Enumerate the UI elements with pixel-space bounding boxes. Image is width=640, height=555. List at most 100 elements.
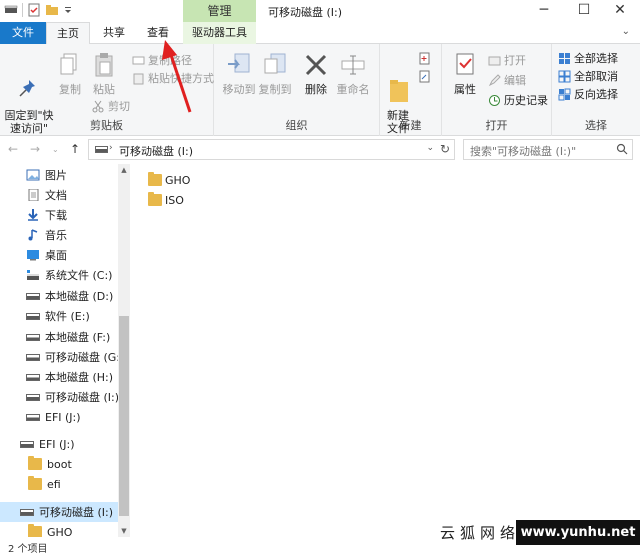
tab-view[interactable]: 查看 — [136, 22, 180, 44]
nav-item-music[interactable]: 音乐 — [0, 225, 118, 245]
file-name: ISO — [165, 193, 184, 207]
select-group-label: 选择 — [585, 119, 607, 132]
ribbon-expand-icon[interactable]: ⌄ — [622, 26, 630, 37]
paste-shortcut-label: 粘贴快捷方式 — [148, 72, 214, 85]
invert-selection-label: 反向选择 — [574, 88, 618, 101]
nav-label: 本地磁盘 (F:) — [45, 331, 111, 344]
customize-qat-icon[interactable] — [63, 3, 77, 17]
paste-shortcut-button[interactable]: 粘贴快捷方式 — [132, 70, 214, 86]
nav-item-drive-i-root[interactable]: 可移动磁盘 (I:) — [0, 502, 118, 522]
address-chevron-icon[interactable]: › — [109, 143, 113, 153]
copy-to-button[interactable]: 复制到 — [258, 50, 292, 96]
ribbon-tabs: 文件 主页 共享 查看 驱动器工具 ⌄ — [0, 22, 640, 45]
select-all-label: 全部选择 — [574, 52, 618, 65]
new-folder-qat-icon[interactable] — [45, 3, 59, 17]
search-placeholder: 搜索"可移动磁盘 (I:)" — [470, 145, 577, 158]
nav-item-downloads[interactable]: 下载 — [0, 205, 118, 225]
new-folder-icon — [384, 63, 412, 102]
nav-label: 系统文件 (C:) — [45, 269, 113, 282]
delete-x-icon — [302, 50, 330, 80]
nav-item-drive-i[interactable]: 可移动磁盘 (I:) — [0, 387, 119, 407]
nav-label: 下载 — [45, 209, 67, 222]
rename-label: 重命名 — [336, 83, 370, 96]
open-group-label: 打开 — [485, 119, 508, 132]
nav-item-boot[interactable]: boot — [0, 454, 118, 474]
drive-small-icon[interactable] — [4, 3, 18, 17]
minimize-button[interactable]: ─ — [522, 0, 566, 22]
nav-item-drive-j[interactable]: EFI (J:) — [0, 407, 118, 427]
nav-item-drive-g[interactable]: 可移动磁盘 (G:) — [0, 347, 124, 367]
nav-item-pictures[interactable]: 图片 — [0, 165, 118, 185]
copy-button[interactable]: 复制 — [56, 50, 84, 96]
nav-item-drive-c[interactable]: 系统文件 (C:) — [0, 265, 118, 285]
file-name: GHO — [165, 173, 191, 187]
nav-label: efi — [47, 477, 61, 491]
list-item[interactable]: ISO — [148, 190, 184, 210]
recent-dropdown-icon[interactable]: ⌄ — [52, 145, 59, 154]
tab-home[interactable]: 主页 — [46, 22, 90, 45]
forward-arrow-icon[interactable]: → — [30, 142, 40, 156]
rename-button[interactable]: 重命名 — [334, 50, 372, 96]
scroll-thumb[interactable] — [119, 316, 129, 516]
download-icon — [26, 209, 40, 221]
properties-button[interactable]: 属性 — [450, 50, 480, 96]
move-to-button[interactable]: 移动到 — [222, 50, 256, 96]
list-item[interactable]: GHO — [148, 170, 190, 190]
drive-icon — [26, 353, 40, 361]
history-button[interactable]: 历史记录 — [488, 92, 548, 108]
paste-button[interactable]: 粘贴 — [90, 50, 118, 96]
back-arrow-icon[interactable]: ← — [8, 142, 18, 156]
search-box[interactable]: 搜索"可移动磁盘 (I:)" — [463, 139, 633, 160]
search-icon[interactable] — [616, 143, 628, 155]
cut-label: 剪切 — [108, 100, 130, 113]
address-drive-icon — [95, 146, 108, 153]
nav-item-drive-d[interactable]: 本地磁盘 (D:) — [0, 286, 118, 306]
tab-share[interactable]: 共享 — [92, 22, 136, 44]
system-drive-icon — [26, 269, 40, 281]
properties-qat-icon[interactable] — [27, 3, 41, 17]
up-arrow-icon[interactable]: ↑ — [70, 142, 80, 156]
tab-drive-tools[interactable]: 驱动器工具 — [183, 22, 256, 44]
edit-button[interactable]: 编辑 — [488, 72, 526, 88]
delete-button[interactable]: 删除 — [302, 50, 330, 96]
select-none-button[interactable]: 全部取消 — [558, 68, 618, 84]
new-group-label: 新建 — [399, 119, 422, 132]
scroll-up-icon[interactable]: ▲ — [118, 164, 130, 176]
music-icon — [26, 229, 40, 241]
move-to-label: 移动到 — [222, 83, 256, 96]
copy-path-button[interactable]: 复制路径 — [132, 52, 192, 68]
cut-button[interactable]: 剪切 — [92, 98, 130, 114]
nav-scrollbar[interactable]: ▲ ▼ — [118, 164, 130, 537]
drive-icon — [26, 333, 40, 341]
invert-selection-button[interactable]: 反向选择 — [558, 86, 618, 102]
nav-item-documents[interactable]: 文档 — [0, 185, 118, 205]
properties-icon — [451, 50, 479, 80]
select-all-button[interactable]: 全部选择 — [558, 50, 618, 66]
address-bar[interactable]: › 可移动磁盘 (I:) ⌄ ↻ — [88, 139, 455, 160]
drive-icon — [26, 373, 40, 381]
nav-item-drive-h[interactable]: 本地磁盘 (H:) — [0, 367, 118, 387]
refresh-icon[interactable]: ↻ — [440, 142, 450, 156]
window-title: 可移动磁盘 (I:) — [268, 6, 343, 19]
pin-icon — [15, 63, 43, 97]
new-folder-button[interactable]: 新建 文件夹 — [382, 50, 414, 148]
address-dropdown-icon[interactable]: ⌄ — [426, 143, 434, 153]
new-item-button[interactable] — [418, 52, 431, 65]
close-button[interactable]: ✕ — [598, 0, 640, 22]
clipboard-group-label: 剪贴板 — [90, 119, 123, 132]
nav-item-efi-folder[interactable]: efi — [0, 474, 118, 494]
open-button[interactable]: 打开 — [488, 52, 526, 68]
drive-icon — [26, 312, 40, 320]
nav-item-desktop[interactable]: 桌面 — [0, 245, 118, 265]
scroll-down-icon[interactable]: ▼ — [118, 525, 130, 537]
tab-file[interactable]: 文件 — [0, 22, 46, 44]
nav-item-efi-root[interactable]: EFI (J:) — [0, 434, 118, 454]
nav-label: boot — [47, 457, 72, 471]
nav-item-drive-f[interactable]: 本地磁盘 (F:) — [0, 327, 118, 347]
nav-item-gho[interactable]: GHO — [0, 522, 118, 537]
nav-item-drive-e[interactable]: 软件 (E:) — [0, 306, 118, 326]
manage-contextual-tab[interactable]: 管理 — [183, 0, 256, 22]
drive-icon — [20, 508, 34, 516]
easy-access-button[interactable] — [418, 70, 431, 83]
select-all-icon — [558, 52, 571, 65]
